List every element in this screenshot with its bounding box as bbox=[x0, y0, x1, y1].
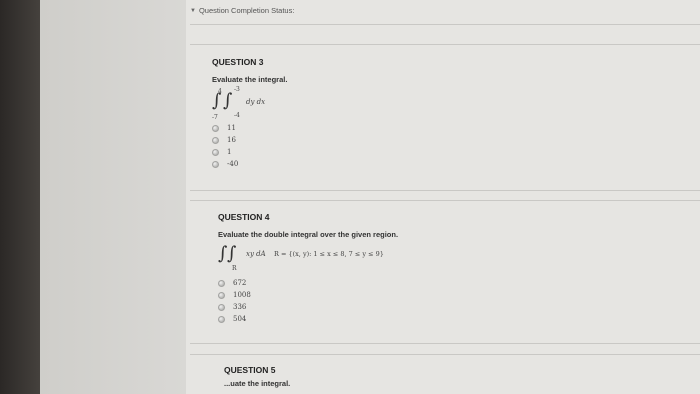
question-title: QUESTION 4 bbox=[218, 212, 270, 222]
radio-button[interactable] bbox=[218, 315, 225, 323]
integral-sign: ∫ bbox=[223, 90, 233, 111]
option-label: 11 bbox=[227, 124, 236, 132]
answer-option[interactable]: 16 bbox=[212, 134, 512, 146]
left-sidebar bbox=[40, 0, 186, 394]
region-definition: R = {(x, y): 1 ≤ x ≤ 8, 7 ≤ y ≤ 9} bbox=[274, 250, 384, 258]
integral-sign: ∫ bbox=[218, 243, 228, 264]
radio-button[interactable] bbox=[212, 124, 219, 132]
divider bbox=[190, 24, 700, 25]
screen: ▼ Question Completion Status: QUESTION 3… bbox=[40, 0, 700, 394]
question-5: QUESTION 5 ...uate the integral. bbox=[224, 365, 524, 388]
divider bbox=[190, 190, 700, 191]
answer-options: 11 16 1 -40 bbox=[212, 122, 512, 170]
inner-lower-limit: -4 bbox=[234, 112, 240, 119]
radio-button[interactable] bbox=[212, 148, 219, 156]
status-label: Question Completion Status: bbox=[198, 6, 295, 15]
divider bbox=[190, 343, 700, 344]
answer-option[interactable]: 672 bbox=[218, 277, 548, 289]
divider bbox=[190, 354, 700, 355]
question-prompt: Evaluate the integral. bbox=[212, 75, 288, 84]
radio-button[interactable] bbox=[218, 291, 225, 299]
monitor-bezel bbox=[0, 0, 40, 394]
question-title: QUESTION 3 bbox=[212, 57, 264, 67]
question-prompt: Evaluate the double integral over the gi… bbox=[218, 230, 399, 239]
divider bbox=[190, 44, 700, 45]
question-3: QUESTION 3 Evaluate the integral. ∫ ∫ 4 … bbox=[212, 57, 512, 170]
question-completion-status[interactable]: ▼ Question Completion Status: bbox=[190, 6, 294, 15]
question-prompt: ...uate the integral. bbox=[224, 379, 291, 388]
outer-upper-limit: 4 bbox=[218, 88, 222, 95]
answer-option[interactable]: 1 bbox=[212, 146, 512, 158]
integral-expression: ∫ ∫ R xy dA R = {(x, y): 1 ≤ x ≤ 8, 7 ≤ … bbox=[218, 243, 548, 275]
inner-upper-limit: -3 bbox=[234, 86, 240, 93]
option-label: -40 bbox=[227, 160, 239, 168]
radio-button[interactable] bbox=[212, 136, 219, 144]
question-title: QUESTION 5 bbox=[224, 365, 276, 375]
answer-options: 672 1008 336 504 bbox=[218, 277, 548, 325]
outer-lower-limit: -7 bbox=[212, 114, 218, 121]
option-label: 16 bbox=[227, 136, 236, 144]
answer-option[interactable]: -40 bbox=[212, 158, 512, 170]
answer-option[interactable]: 336 bbox=[218, 301, 548, 313]
option-label: 1008 bbox=[233, 291, 251, 299]
option-label: 336 bbox=[233, 303, 247, 311]
integral-sign: ∫ bbox=[227, 243, 237, 264]
radio-button[interactable] bbox=[212, 160, 219, 168]
integrand: dy dx bbox=[246, 98, 266, 106]
divider bbox=[190, 200, 700, 201]
chevron-down-icon[interactable]: ▼ bbox=[190, 8, 196, 14]
integral-expression: ∫ ∫ 4 -7 -3 -4 dy dx bbox=[212, 86, 512, 121]
option-label: 504 bbox=[233, 315, 247, 323]
radio-button[interactable] bbox=[218, 303, 225, 311]
answer-option[interactable]: 504 bbox=[218, 313, 548, 325]
region-label: R bbox=[232, 265, 237, 272]
question-4: QUESTION 4 Evaluate the double integral … bbox=[218, 212, 548, 325]
radio-button[interactable] bbox=[218, 279, 225, 287]
answer-option[interactable]: 1008 bbox=[218, 289, 548, 301]
integrand: xy dA bbox=[246, 250, 266, 258]
answer-option[interactable]: 11 bbox=[212, 122, 512, 134]
option-label: 1 bbox=[227, 148, 232, 156]
option-label: 672 bbox=[233, 279, 247, 287]
